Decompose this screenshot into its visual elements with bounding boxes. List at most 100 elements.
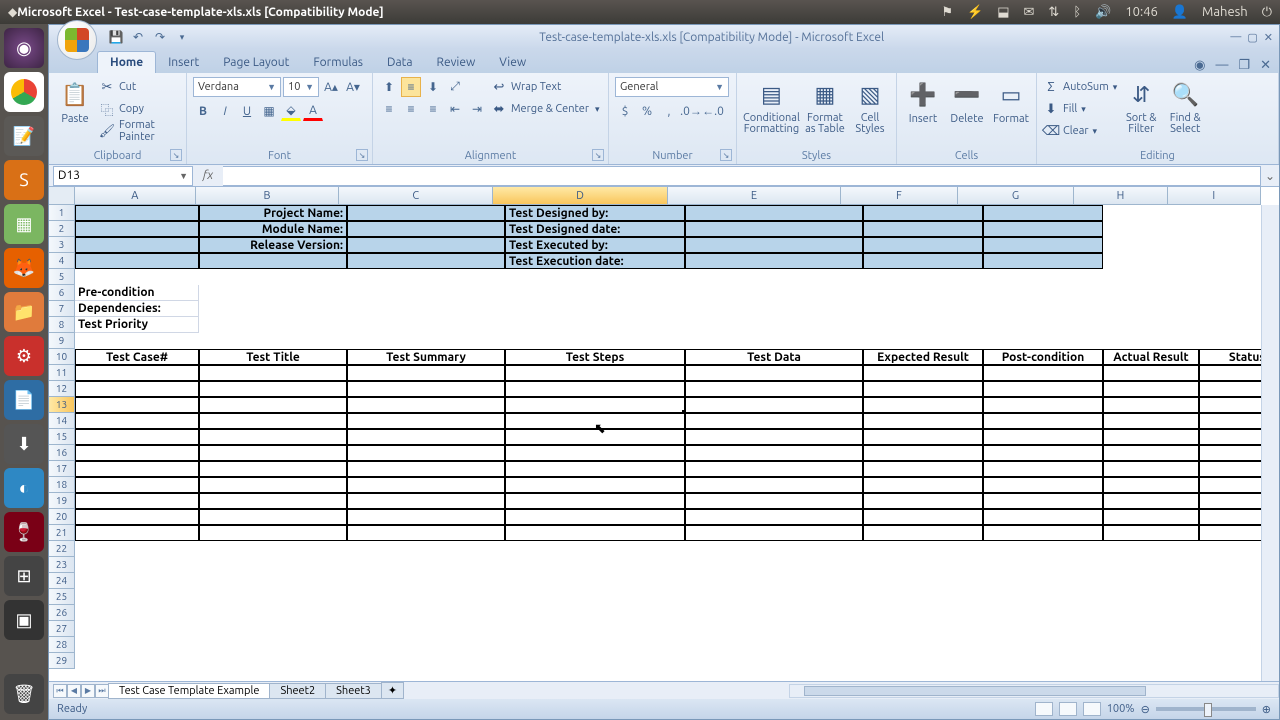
underline-button[interactable]: U	[237, 101, 257, 121]
bluetooth-icon[interactable]: ᛒ	[1073, 5, 1081, 19]
cell-E12[interactable]	[685, 381, 863, 397]
cell-G14[interactable]	[983, 413, 1103, 429]
tab-formulas[interactable]: Formulas	[301, 52, 375, 73]
copy-button[interactable]: ⿻Copy	[99, 99, 180, 119]
zoom-out-icon[interactable]: ⊖	[1141, 703, 1150, 716]
cell-A19[interactable]	[75, 493, 199, 509]
cell-F1[interactable]	[863, 205, 983, 221]
cell-B12[interactable]	[199, 381, 347, 397]
user-name[interactable]: Mahesh	[1202, 5, 1248, 19]
app2-icon[interactable]: ◐	[4, 468, 44, 508]
workspace-switcher-icon[interactable]: ⊞	[4, 556, 44, 596]
trash-icon[interactable]: 🗑	[4, 674, 44, 714]
cell-H16[interactable]	[1103, 445, 1199, 461]
page-break-view-icon[interactable]	[1083, 702, 1101, 716]
cell-B1[interactable]: Project Name:	[199, 205, 347, 221]
cell-C16[interactable]	[347, 445, 505, 461]
cell-C13[interactable]	[347, 397, 505, 413]
col-header-G[interactable]: G	[958, 187, 1075, 205]
cell-F13[interactable]	[863, 397, 983, 413]
col-header-C[interactable]: C	[339, 187, 493, 205]
cell-G13[interactable]	[983, 397, 1103, 413]
number-format-combo[interactable]: General▼	[615, 77, 729, 97]
cell-F4[interactable]	[863, 253, 983, 269]
formula-input[interactable]	[223, 166, 1261, 186]
column-headers[interactable]: ABCDEFGHI	[75, 187, 1261, 205]
row-header-18[interactable]: 18	[49, 477, 75, 493]
cell-B16[interactable]	[199, 445, 347, 461]
fx-icon[interactable]: fx	[193, 169, 223, 182]
row-header-19[interactable]: 19	[49, 493, 75, 509]
cell-F2[interactable]	[863, 221, 983, 237]
cell-H17[interactable]	[1103, 461, 1199, 477]
cell-styles-button[interactable]: ▧Cell Styles	[850, 77, 890, 137]
col-header-D[interactable]: D	[493, 187, 668, 205]
cell-E1[interactable]	[685, 205, 863, 221]
cell-D1[interactable]: Test Designed by:	[505, 205, 685, 221]
libreoffice-writer-icon[interactable]: 📄	[4, 380, 44, 420]
cell-A18[interactable]	[75, 477, 199, 493]
row-header-21[interactable]: 21	[49, 525, 75, 541]
cell-E13[interactable]	[685, 397, 863, 413]
cell-F11[interactable]	[863, 365, 983, 381]
row-header-16[interactable]: 16	[49, 445, 75, 461]
cell-A20[interactable]	[75, 509, 199, 525]
increase-indent-icon[interactable]: ⇥	[467, 99, 487, 119]
cell-F16[interactable]	[863, 445, 983, 461]
cell-E20[interactable]	[685, 509, 863, 525]
cell-B21[interactable]	[199, 525, 347, 541]
align-right-icon[interactable]: ≡	[423, 99, 443, 119]
cell-D4[interactable]: Test Execution date:	[505, 253, 685, 269]
cell-B13[interactable]	[199, 397, 347, 413]
wb-close-icon[interactable]: ✕	[1260, 58, 1271, 73]
bold-button[interactable]: B	[193, 101, 213, 121]
session-icon[interactable]: ⏻	[1262, 5, 1272, 20]
cell-E2[interactable]	[685, 221, 863, 237]
cell-H20[interactable]	[1103, 509, 1199, 525]
page-layout-view-icon[interactable]	[1059, 702, 1077, 716]
cell-C11[interactable]	[347, 365, 505, 381]
row-header-7[interactable]: 7	[49, 301, 75, 317]
format-button[interactable]: ▭Format	[991, 77, 1031, 127]
cell-D3[interactable]: Test Executed by:	[505, 237, 685, 253]
cell-G4[interactable]	[983, 253, 1103, 269]
cell-C19[interactable]	[347, 493, 505, 509]
cell-B15[interactable]	[199, 429, 347, 445]
align-middle-icon[interactable]: ≡	[401, 77, 421, 97]
cell-G3[interactable]	[983, 237, 1103, 253]
name-box[interactable]: D13▼	[53, 166, 193, 186]
cell-A1[interactable]	[75, 205, 199, 221]
shrink-font-icon[interactable]: A▾	[343, 77, 363, 97]
cell-F14[interactable]	[863, 413, 983, 429]
gedit-icon[interactable]: 📝	[4, 116, 44, 156]
cell-F19[interactable]	[863, 493, 983, 509]
row-header-10[interactable]: 10	[49, 349, 75, 365]
format-painter-button[interactable]: 🖌Format Painter	[99, 121, 180, 141]
row-header-29[interactable]: 29	[49, 653, 75, 669]
cell-B19[interactable]	[199, 493, 347, 509]
cell-C17[interactable]	[347, 461, 505, 477]
sublime-icon[interactable]: S	[4, 160, 44, 200]
cell-B3[interactable]: Release Version:	[199, 237, 347, 253]
qat-customize-icon[interactable]: ▾	[173, 28, 191, 46]
cell-B20[interactable]	[199, 509, 347, 525]
help-icon[interactable]: ◉	[1194, 58, 1205, 73]
close-icon[interactable]: ✕	[1264, 31, 1273, 44]
cell-E21[interactable]	[685, 525, 863, 541]
font-launcher-icon[interactable]: ↘	[356, 149, 368, 161]
delete-button[interactable]: ➖Delete	[947, 77, 987, 127]
cell-A15[interactable]	[75, 429, 199, 445]
undo-icon[interactable]: ↶	[129, 28, 147, 46]
increase-decimal-icon[interactable]: .0→	[681, 101, 701, 121]
cell-F3[interactable]	[863, 237, 983, 253]
row-header-20[interactable]: 20	[49, 509, 75, 525]
cut-button[interactable]: ✂Cut	[99, 77, 180, 97]
row-header-5[interactable]: 5	[49, 269, 75, 285]
tab-view[interactable]: View	[487, 52, 538, 73]
cell-C18[interactable]	[347, 477, 505, 493]
normal-view-icon[interactable]	[1035, 702, 1053, 716]
row-header-15[interactable]: 15	[49, 429, 75, 445]
cell-G18[interactable]	[983, 477, 1103, 493]
cell-G16[interactable]	[983, 445, 1103, 461]
number-launcher-icon[interactable]: ↘	[720, 149, 732, 161]
